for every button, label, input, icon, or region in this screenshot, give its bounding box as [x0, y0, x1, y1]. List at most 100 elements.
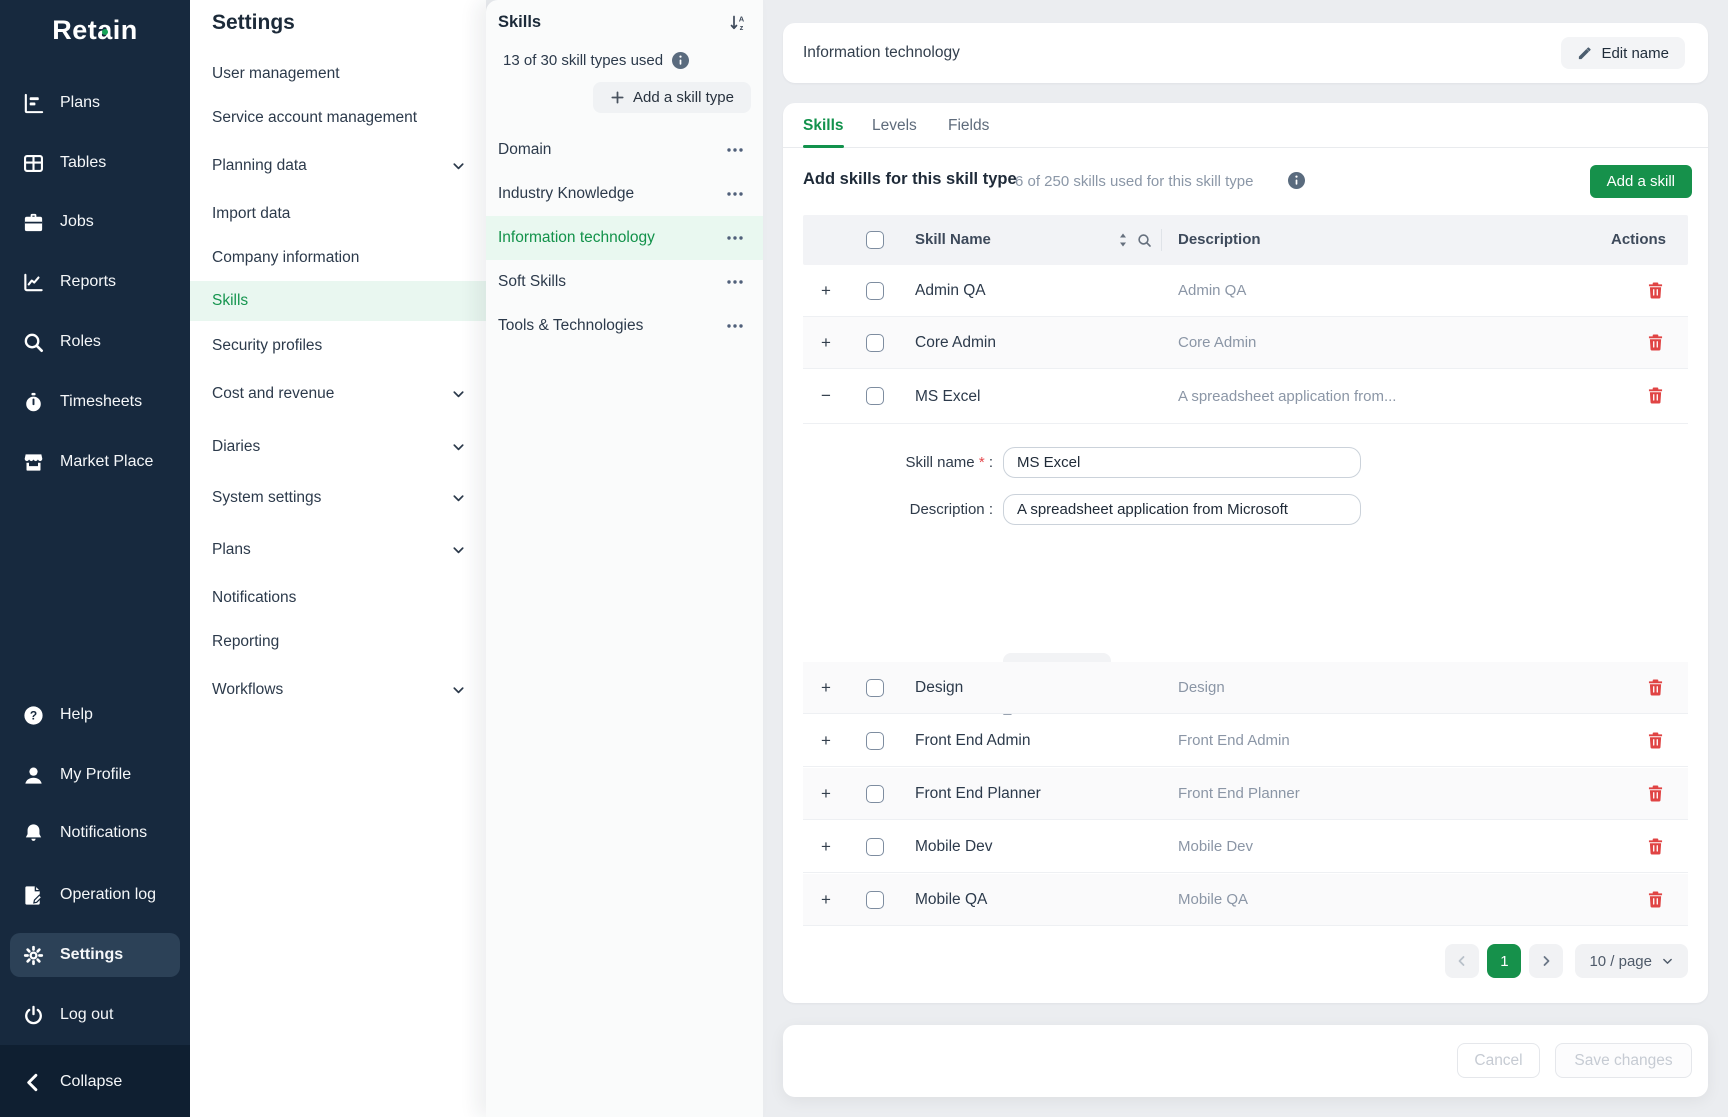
cancel-button[interactable]: Cancel — [1457, 1043, 1540, 1078]
expand-row-button[interactable]: + — [815, 836, 837, 858]
page-size-select[interactable]: 10 / page — [1575, 944, 1688, 978]
collapse-button[interactable]: Collapse — [0, 1060, 190, 1104]
expand-row-button[interactable]: + — [815, 730, 837, 752]
sidebar-item-notifications[interactable]: Notifications — [0, 811, 190, 855]
skill-type-information-technology[interactable]: Information technology — [486, 216, 763, 260]
row-checkbox[interactable] — [866, 334, 884, 352]
expand-row-button[interactable]: + — [815, 889, 837, 911]
expand-row-button[interactable]: + — [815, 332, 837, 354]
row-checkbox[interactable] — [866, 838, 884, 856]
delete-skill-button[interactable] — [1648, 891, 1663, 908]
collapse-row-button[interactable]: − — [815, 385, 837, 407]
settings-item-security-profiles[interactable]: Security profiles — [190, 326, 486, 366]
row-checkbox[interactable] — [866, 785, 884, 803]
select-all-checkbox[interactable] — [866, 231, 884, 249]
sort-icon[interactable] — [1116, 232, 1130, 248]
settings-item-reporting[interactable]: Reporting — [190, 622, 486, 662]
search-icon — [22, 331, 45, 354]
skill-description-cell: Mobile Dev — [1178, 821, 1253, 873]
more-options-icon[interactable] — [727, 280, 743, 284]
add-skill-type-button[interactable]: Add a skill type — [593, 82, 751, 113]
delete-skill-button[interactable] — [1648, 679, 1663, 696]
edit-name-button[interactable]: Edit name — [1561, 37, 1685, 69]
info-icon[interactable] — [672, 52, 689, 69]
tab-fields[interactable]: Fields — [948, 103, 989, 148]
row-checkbox[interactable] — [866, 679, 884, 697]
sort-alpha-icon[interactable]: Az — [729, 14, 747, 32]
expand-row-button[interactable]: + — [815, 677, 837, 699]
tab-skills[interactable]: Skills — [803, 103, 844, 148]
delete-skill-button[interactable] — [1648, 732, 1663, 749]
plus-icon — [610, 90, 625, 105]
retain-logo: Retain — [0, 15, 190, 46]
skill-description-cell: Front End Planner — [1178, 768, 1300, 820]
skill-name-cell: Admin QA — [915, 265, 986, 317]
description-input[interactable] — [1003, 494, 1361, 525]
settings-item-system-settings[interactable]: System settings — [190, 478, 486, 518]
delete-skill-button[interactable] — [1648, 334, 1663, 351]
row-checkbox[interactable] — [866, 387, 884, 405]
save-changes-button[interactable]: Save changes — [1555, 1043, 1692, 1078]
sidebar-item-settings[interactable]: Settings — [10, 933, 180, 977]
expand-row-button[interactable]: + — [815, 783, 837, 805]
delete-skill-button[interactable] — [1648, 785, 1663, 802]
chevron-down-icon — [451, 159, 466, 174]
sidebar-item-market-place[interactable]: Market Place — [0, 440, 190, 484]
row-checkbox[interactable] — [866, 282, 884, 300]
skill-type-tools-technologies[interactable]: Tools & Technologies — [486, 304, 763, 348]
settings-item-user-management[interactable]: User management — [190, 54, 486, 94]
skill-type-industry-knowledge[interactable]: Industry Knowledge — [486, 172, 763, 216]
skill-name-cell: Core Admin — [915, 317, 996, 369]
skill-name-cell: Front End Admin — [915, 715, 1030, 767]
settings-item-diaries[interactable]: Diaries — [190, 427, 486, 467]
chevron-down-icon — [451, 683, 466, 698]
more-options-icon[interactable] — [727, 236, 743, 240]
delete-skill-button[interactable] — [1648, 838, 1663, 855]
settings-item-notifications[interactable]: Notifications — [190, 578, 486, 618]
more-options-icon[interactable] — [727, 148, 743, 152]
row-checkbox[interactable] — [866, 732, 884, 750]
sidebar-item-tables[interactable]: Tables — [0, 141, 190, 185]
sidebar-item-jobs[interactable]: Jobs — [0, 200, 190, 244]
sidebar-item-plans[interactable]: Plans — [0, 81, 190, 125]
sidebar-item-log-out[interactable]: Log out — [0, 993, 190, 1037]
settings-item-service-account-management[interactable]: Service account management — [190, 98, 486, 138]
skill-description-cell: Admin QA — [1178, 265, 1246, 317]
section-title: Add skills for this skill type — [803, 170, 1017, 189]
settings-item-cost-and-revenue[interactable]: Cost and revenue — [190, 374, 486, 414]
current-page[interactable]: 1 — [1487, 944, 1521, 978]
previous-page-button[interactable] — [1445, 944, 1479, 978]
settings-item-plans[interactable]: Plans — [190, 530, 486, 570]
sidebar-item-timesheets[interactable]: Timesheets — [0, 380, 190, 424]
save-bar: Cancel Save changes — [783, 1025, 1708, 1097]
expand-row-button[interactable]: + — [815, 280, 837, 302]
skill-name-input[interactable] — [1003, 447, 1361, 478]
delete-skill-button[interactable] — [1648, 282, 1663, 299]
delete-skill-button[interactable] — [1648, 387, 1663, 404]
add-skill-button[interactable]: Add a skill — [1590, 165, 1692, 198]
more-options-icon[interactable] — [727, 192, 743, 196]
tab-levels[interactable]: Levels — [872, 103, 917, 148]
sidebar-item-reports[interactable]: Reports — [0, 260, 190, 304]
info-icon[interactable] — [1288, 172, 1305, 189]
sidebar-item-roles[interactable]: Roles — [0, 320, 190, 364]
more-options-icon[interactable] — [727, 324, 743, 328]
sidebar-item-operation-log[interactable]: Operation log — [0, 873, 190, 917]
settings-item-workflows[interactable]: Workflows — [190, 670, 486, 710]
sidebar-item-help[interactable]: ? Help — [0, 693, 190, 737]
settings-item-planning-data[interactable]: Planning data — [190, 146, 486, 186]
row-checkbox[interactable] — [866, 891, 884, 909]
settings-item-import-data[interactable]: Import data — [190, 194, 486, 234]
operation-log-icon — [22, 884, 45, 907]
settings-item-company-information[interactable]: Company information — [190, 238, 486, 278]
sidebar-item-my-profile[interactable]: My Profile — [0, 753, 190, 797]
next-page-button[interactable] — [1529, 944, 1563, 978]
settings-item-skills[interactable]: Skills — [190, 281, 486, 321]
skill-type-domain[interactable]: Domain — [486, 128, 763, 172]
table-row: + Mobile QA Mobile QA — [803, 874, 1688, 926]
sidebar: Retain Plans Tables Jobs Reports Roles T… — [0, 0, 190, 1117]
skill-type-soft-skills[interactable]: Soft Skills — [486, 260, 763, 304]
search-icon[interactable] — [1137, 233, 1152, 248]
skill-description-cell: Mobile QA — [1178, 874, 1248, 926]
table-row: + Front End Admin Front End Admin — [803, 715, 1688, 767]
